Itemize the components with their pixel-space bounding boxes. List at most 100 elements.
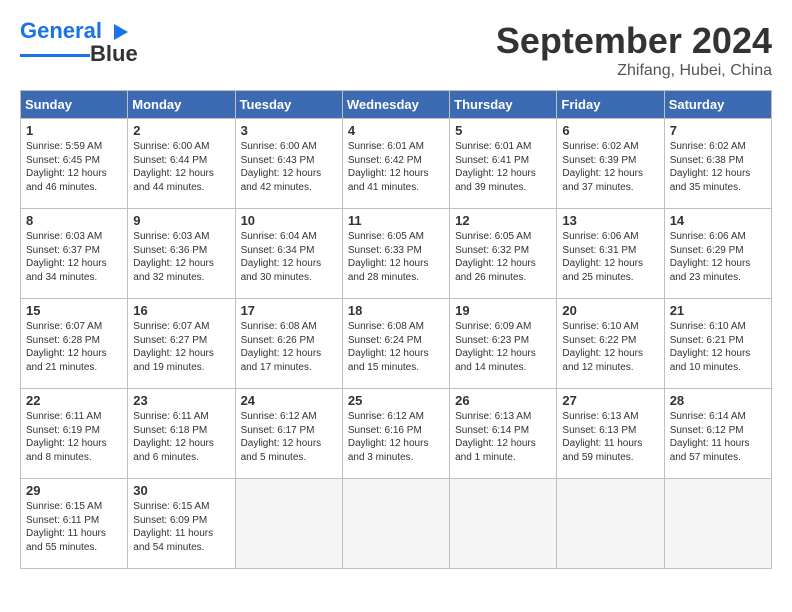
logo-underline — [20, 54, 90, 57]
calendar-row: 1 Sunrise: 5:59 AM Sunset: 6:45 PM Dayli… — [21, 119, 772, 209]
calendar-cell — [235, 479, 342, 569]
calendar-cell: 6 Sunrise: 6:02 AM Sunset: 6:39 PM Dayli… — [557, 119, 664, 209]
calendar-cell: 16 Sunrise: 6:07 AM Sunset: 6:27 PM Dayl… — [128, 299, 235, 389]
col-sunday: Sunday — [21, 91, 128, 119]
calendar-cell: 19 Sunrise: 6:09 AM Sunset: 6:23 PM Dayl… — [450, 299, 557, 389]
logo-blue-text: Blue — [90, 41, 138, 67]
calendar-cell: 11 Sunrise: 6:05 AM Sunset: 6:33 PM Dayl… — [342, 209, 449, 299]
day-number: 8 — [26, 213, 122, 228]
day-info: Sunrise: 6:05 AM Sunset: 6:32 PM Dayligh… — [455, 230, 551, 284]
day-info: Sunrise: 6:03 AM Sunset: 6:37 PM Dayligh… — [26, 230, 122, 284]
day-number: 18 — [348, 303, 444, 318]
day-number: 12 — [455, 213, 551, 228]
day-info: Sunrise: 6:04 AM Sunset: 6:34 PM Dayligh… — [241, 230, 337, 284]
day-info: Sunrise: 6:03 AM Sunset: 6:36 PM Dayligh… — [133, 230, 229, 284]
calendar-cell: 13 Sunrise: 6:06 AM Sunset: 6:31 PM Dayl… — [557, 209, 664, 299]
month-title: September 2024 — [496, 20, 772, 62]
calendar-cell: 22 Sunrise: 6:11 AM Sunset: 6:19 PM Dayl… — [21, 389, 128, 479]
calendar-cell: 18 Sunrise: 6:08 AM Sunset: 6:24 PM Dayl… — [342, 299, 449, 389]
day-info: Sunrise: 6:13 AM Sunset: 6:13 PM Dayligh… — [562, 410, 658, 464]
calendar-cell: 1 Sunrise: 5:59 AM Sunset: 6:45 PM Dayli… — [21, 119, 128, 209]
day-number: 27 — [562, 393, 658, 408]
calendar-cell: 21 Sunrise: 6:10 AM Sunset: 6:21 PM Dayl… — [664, 299, 771, 389]
calendar-cell: 20 Sunrise: 6:10 AM Sunset: 6:22 PM Dayl… — [557, 299, 664, 389]
calendar-cell — [664, 479, 771, 569]
day-number: 10 — [241, 213, 337, 228]
day-number: 16 — [133, 303, 229, 318]
day-info: Sunrise: 6:07 AM Sunset: 6:27 PM Dayligh… — [133, 320, 229, 374]
calendar-row: 22 Sunrise: 6:11 AM Sunset: 6:19 PM Dayl… — [21, 389, 772, 479]
day-info: Sunrise: 6:15 AM Sunset: 6:09 PM Dayligh… — [133, 500, 229, 554]
day-number: 26 — [455, 393, 551, 408]
calendar-cell: 4 Sunrise: 6:01 AM Sunset: 6:42 PM Dayli… — [342, 119, 449, 209]
day-info: Sunrise: 6:08 AM Sunset: 6:24 PM Dayligh… — [348, 320, 444, 374]
day-info: Sunrise: 6:10 AM Sunset: 6:22 PM Dayligh… — [562, 320, 658, 374]
day-number: 7 — [670, 123, 766, 138]
calendar-cell: 24 Sunrise: 6:12 AM Sunset: 6:17 PM Dayl… — [235, 389, 342, 479]
day-number: 19 — [455, 303, 551, 318]
day-number: 20 — [562, 303, 658, 318]
calendar-cell: 29 Sunrise: 6:15 AM Sunset: 6:11 PM Dayl… — [21, 479, 128, 569]
day-number: 15 — [26, 303, 122, 318]
day-number: 21 — [670, 303, 766, 318]
day-info: Sunrise: 6:11 AM Sunset: 6:18 PM Dayligh… — [133, 410, 229, 464]
day-number: 5 — [455, 123, 551, 138]
day-info: Sunrise: 6:00 AM Sunset: 6:43 PM Dayligh… — [241, 140, 337, 194]
day-info: Sunrise: 6:14 AM Sunset: 6:12 PM Dayligh… — [670, 410, 766, 464]
day-number: 4 — [348, 123, 444, 138]
day-info: Sunrise: 5:59 AM Sunset: 6:45 PM Dayligh… — [26, 140, 122, 194]
day-info: Sunrise: 6:11 AM Sunset: 6:19 PM Dayligh… — [26, 410, 122, 464]
title-section: September 2024 Zhifang, Hubei, China — [496, 20, 772, 80]
day-info: Sunrise: 6:02 AM Sunset: 6:38 PM Dayligh… — [670, 140, 766, 194]
calendar-cell: 3 Sunrise: 6:00 AM Sunset: 6:43 PM Dayli… — [235, 119, 342, 209]
col-monday: Monday — [128, 91, 235, 119]
day-info: Sunrise: 6:12 AM Sunset: 6:16 PM Dayligh… — [348, 410, 444, 464]
day-number: 22 — [26, 393, 122, 408]
day-info: Sunrise: 6:15 AM Sunset: 6:11 PM Dayligh… — [26, 500, 122, 554]
day-info: Sunrise: 6:02 AM Sunset: 6:39 PM Dayligh… — [562, 140, 658, 194]
day-info: Sunrise: 6:06 AM Sunset: 6:31 PM Dayligh… — [562, 230, 658, 284]
day-info: Sunrise: 6:05 AM Sunset: 6:33 PM Dayligh… — [348, 230, 444, 284]
day-number: 13 — [562, 213, 658, 228]
day-number: 25 — [348, 393, 444, 408]
day-number: 17 — [241, 303, 337, 318]
calendar-cell: 15 Sunrise: 6:07 AM Sunset: 6:28 PM Dayl… — [21, 299, 128, 389]
calendar-cell: 26 Sunrise: 6:13 AM Sunset: 6:14 PM Dayl… — [450, 389, 557, 479]
calendar-cell: 23 Sunrise: 6:11 AM Sunset: 6:18 PM Dayl… — [128, 389, 235, 479]
day-info: Sunrise: 6:06 AM Sunset: 6:29 PM Dayligh… — [670, 230, 766, 284]
day-number: 24 — [241, 393, 337, 408]
col-saturday: Saturday — [664, 91, 771, 119]
day-info: Sunrise: 6:07 AM Sunset: 6:28 PM Dayligh… — [26, 320, 122, 374]
calendar-row: 8 Sunrise: 6:03 AM Sunset: 6:37 PM Dayli… — [21, 209, 772, 299]
day-number: 9 — [133, 213, 229, 228]
calendar-cell: 5 Sunrise: 6:01 AM Sunset: 6:41 PM Dayli… — [450, 119, 557, 209]
calendar-cell: 12 Sunrise: 6:05 AM Sunset: 6:32 PM Dayl… — [450, 209, 557, 299]
day-number: 1 — [26, 123, 122, 138]
calendar-cell: 9 Sunrise: 6:03 AM Sunset: 6:36 PM Dayli… — [128, 209, 235, 299]
day-info: Sunrise: 6:12 AM Sunset: 6:17 PM Dayligh… — [241, 410, 337, 464]
header-row: Sunday Monday Tuesday Wednesday Thursday… — [21, 91, 772, 119]
day-number: 23 — [133, 393, 229, 408]
day-info: Sunrise: 6:00 AM Sunset: 6:44 PM Dayligh… — [133, 140, 229, 194]
calendar-cell — [450, 479, 557, 569]
day-info: Sunrise: 6:13 AM Sunset: 6:14 PM Dayligh… — [455, 410, 551, 464]
day-number: 6 — [562, 123, 658, 138]
calendar-row: 15 Sunrise: 6:07 AM Sunset: 6:28 PM Dayl… — [21, 299, 772, 389]
col-thursday: Thursday — [450, 91, 557, 119]
calendar-cell: 2 Sunrise: 6:00 AM Sunset: 6:44 PM Dayli… — [128, 119, 235, 209]
day-info: Sunrise: 6:08 AM Sunset: 6:26 PM Dayligh… — [241, 320, 337, 374]
page-header: General Blue September 2024 Zhifang, Hub… — [20, 20, 772, 80]
day-number: 28 — [670, 393, 766, 408]
col-friday: Friday — [557, 91, 664, 119]
day-info: Sunrise: 6:09 AM Sunset: 6:23 PM Dayligh… — [455, 320, 551, 374]
calendar-table: Sunday Monday Tuesday Wednesday Thursday… — [20, 90, 772, 569]
day-number: 11 — [348, 213, 444, 228]
logo-arrow-icon — [110, 21, 132, 43]
calendar-cell: 28 Sunrise: 6:14 AM Sunset: 6:12 PM Dayl… — [664, 389, 771, 479]
day-number: 30 — [133, 483, 229, 498]
logo: General Blue — [20, 20, 138, 67]
calendar-cell: 8 Sunrise: 6:03 AM Sunset: 6:37 PM Dayli… — [21, 209, 128, 299]
calendar-cell: 10 Sunrise: 6:04 AM Sunset: 6:34 PM Dayl… — [235, 209, 342, 299]
calendar-cell: 7 Sunrise: 6:02 AM Sunset: 6:38 PM Dayli… — [664, 119, 771, 209]
day-number: 2 — [133, 123, 229, 138]
